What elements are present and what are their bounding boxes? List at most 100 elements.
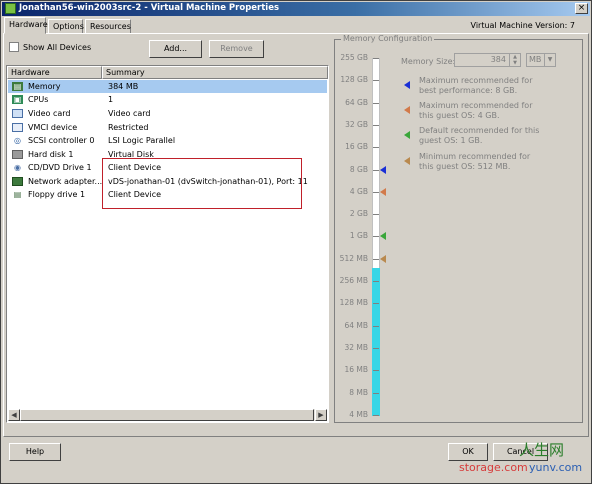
tab-hardware[interactable]: Hardware	[4, 17, 48, 34]
cd-dvd-icon: ◉	[14, 163, 21, 172]
monitor-icon	[12, 109, 23, 118]
legend-marker-icon	[404, 106, 410, 114]
vm-version-label: Virtual Machine Version: 7	[470, 21, 575, 30]
hardware-summary: 384 MB	[108, 82, 139, 91]
hardware-summary: Video card	[108, 109, 151, 118]
memory-scale-tick	[373, 124, 379, 126]
memory-scale-tick	[373, 214, 379, 216]
cpu-icon: ▣	[12, 95, 23, 104]
tab-options[interactable]: Options	[48, 19, 84, 34]
legend-marker-icon	[404, 157, 410, 165]
memory-scale-tick	[373, 370, 379, 372]
legend-item-label[interactable]: Minimum recommended for this guest OS: 5…	[419, 152, 544, 172]
hard-disk-icon	[12, 150, 23, 159]
memory-unit-select[interactable]: MB ▼	[526, 53, 556, 67]
help-button[interactable]: Help	[9, 443, 61, 461]
hardware-name: Hard disk 1	[28, 150, 74, 159]
legend-item-label[interactable]: Maximum recommended for this guest OS: 4…	[419, 101, 544, 121]
scrollbar-thumb[interactable]	[20, 409, 314, 421]
hardware-row-memory[interactable]: ▤ Memory 384 MB	[8, 80, 327, 93]
memory-scale-tick	[373, 102, 379, 104]
recommendation-marker-icon	[380, 232, 386, 241]
memory-scale-label: 1 GB	[349, 231, 368, 241]
ok-button[interactable]: OK	[448, 443, 488, 461]
hardware-row-video-card[interactable]: Video card Video card	[8, 107, 327, 120]
remove-device-button[interactable]: Remove	[209, 40, 264, 58]
memory-scale-label: 4 MB	[349, 409, 368, 419]
hardware-name: Network adapter...	[28, 177, 103, 186]
scsi-icon: ◎	[14, 136, 21, 145]
hardware-row-cpus[interactable]: ▣ CPUs 1	[8, 93, 327, 106]
memory-scale-tick	[373, 147, 379, 149]
memory-scale-label: 16 GB	[345, 142, 368, 152]
chevron-down-icon[interactable]: ▼	[544, 54, 555, 66]
add-device-button[interactable]: Add...	[149, 40, 202, 58]
hardware-name: Floppy drive 1	[28, 190, 86, 199]
memory-scale-label: 4 GB	[349, 186, 368, 196]
hardware-list[interactable]: Hardware Summary ▤ Memory 384 MB ▣ CPUs …	[6, 65, 329, 423]
memory-slider-fill	[372, 267, 380, 416]
floppy-icon: ▤	[13, 190, 22, 199]
hardware-summary: LSI Logic Parallel	[108, 136, 176, 145]
memory-scale-tick	[373, 325, 379, 327]
hardware-list-header: Hardware Summary	[7, 66, 328, 79]
watermark-text: 人生网	[519, 441, 565, 459]
memory-size-label: Memory Size:	[401, 57, 456, 66]
show-all-devices-checkbox[interactable]: Show All Devices	[9, 42, 91, 52]
scroll-right-icon[interactable]: ▶	[315, 409, 327, 421]
memory-scale-tick	[373, 236, 379, 238]
memory-scale-label: 8 MB	[349, 387, 368, 397]
memory-scale-tick	[373, 258, 379, 260]
memory-scale-label: 8 GB	[349, 164, 368, 174]
horizontal-scrollbar[interactable]: ◀ ▶	[8, 409, 327, 421]
memory-configuration-title: Memory Configuration	[341, 34, 435, 43]
watermark-text: storage.com	[459, 461, 528, 474]
close-button[interactable]: ×	[575, 3, 588, 14]
vmci-icon	[12, 123, 23, 132]
hardware-name: Memory	[28, 82, 61, 91]
column-header-summary[interactable]: Summary	[102, 66, 328, 79]
window-title: Jonathan56-win2003src-2 - Virtual Machin…	[19, 3, 280, 13]
memory-size-value: 384	[490, 55, 506, 64]
network-adapter-icon	[12, 177, 23, 186]
memory-scale-tick	[373, 58, 379, 59]
legend-marker-icon	[404, 81, 410, 89]
column-header-hardware[interactable]: Hardware	[7, 66, 102, 79]
memory-scale-label: 32 MB	[344, 342, 368, 352]
hardware-summary: 1	[108, 95, 114, 104]
title-bar[interactable]: Jonathan56-win2003src-2 - Virtual Machin…	[2, 2, 590, 16]
memory-scale-label: 2 GB	[349, 209, 368, 219]
legend-marker-icon	[404, 131, 410, 139]
memory-scale-label: 255 GB	[340, 53, 368, 62]
legend-item-label[interactable]: Maximum recommended for best performance…	[419, 76, 544, 96]
hardware-row-vmci-device[interactable]: VMCI device Restricted	[8, 121, 327, 134]
memory-scale-label: 256 MB	[339, 276, 368, 285]
hardware-name: SCSI controller 0	[28, 136, 95, 145]
tab-resources[interactable]: Resources	[85, 19, 131, 34]
memory-scale-tick	[373, 392, 379, 394]
hardware-name: VMCI device	[28, 123, 78, 132]
spinner-icon[interactable]: ▲ ▼	[509, 54, 520, 66]
legend-item-label[interactable]: Default recommended for this guest OS: 1…	[419, 126, 544, 146]
memory-scale-label: 32 GB	[345, 119, 368, 129]
memory-scale-tick	[373, 281, 379, 282]
memory-size-input[interactable]: 384 ▲ ▼	[454, 53, 521, 67]
memory-scale-label: 64 GB	[345, 97, 368, 107]
hardware-summary: Restricted	[108, 123, 149, 132]
checkbox-box[interactable]	[9, 42, 19, 52]
memory-scale-tick	[373, 169, 379, 171]
memory-scale-label: 128 MB	[339, 298, 368, 308]
watermark-text: yunv.com	[529, 461, 583, 474]
recommendation-marker-icon	[380, 254, 386, 263]
memory-icon: ▤	[12, 82, 23, 91]
recommendation-marker-icon	[380, 187, 386, 196]
hardware-row-scsi-controller[interactable]: ◎ SCSI controller 0 LSI Logic Parallel	[8, 134, 327, 147]
highlight-annotation-box	[102, 158, 302, 209]
scroll-left-icon[interactable]: ◀	[8, 409, 20, 421]
memory-scale-tick	[373, 347, 379, 349]
memory-scale-tick	[373, 191, 379, 193]
show-all-devices-label: Show All Devices	[23, 43, 92, 52]
hardware-name: Video card	[28, 109, 71, 118]
memory-scale-label: 512 MB	[339, 253, 368, 263]
memory-scale-label: 64 MB	[344, 320, 368, 330]
